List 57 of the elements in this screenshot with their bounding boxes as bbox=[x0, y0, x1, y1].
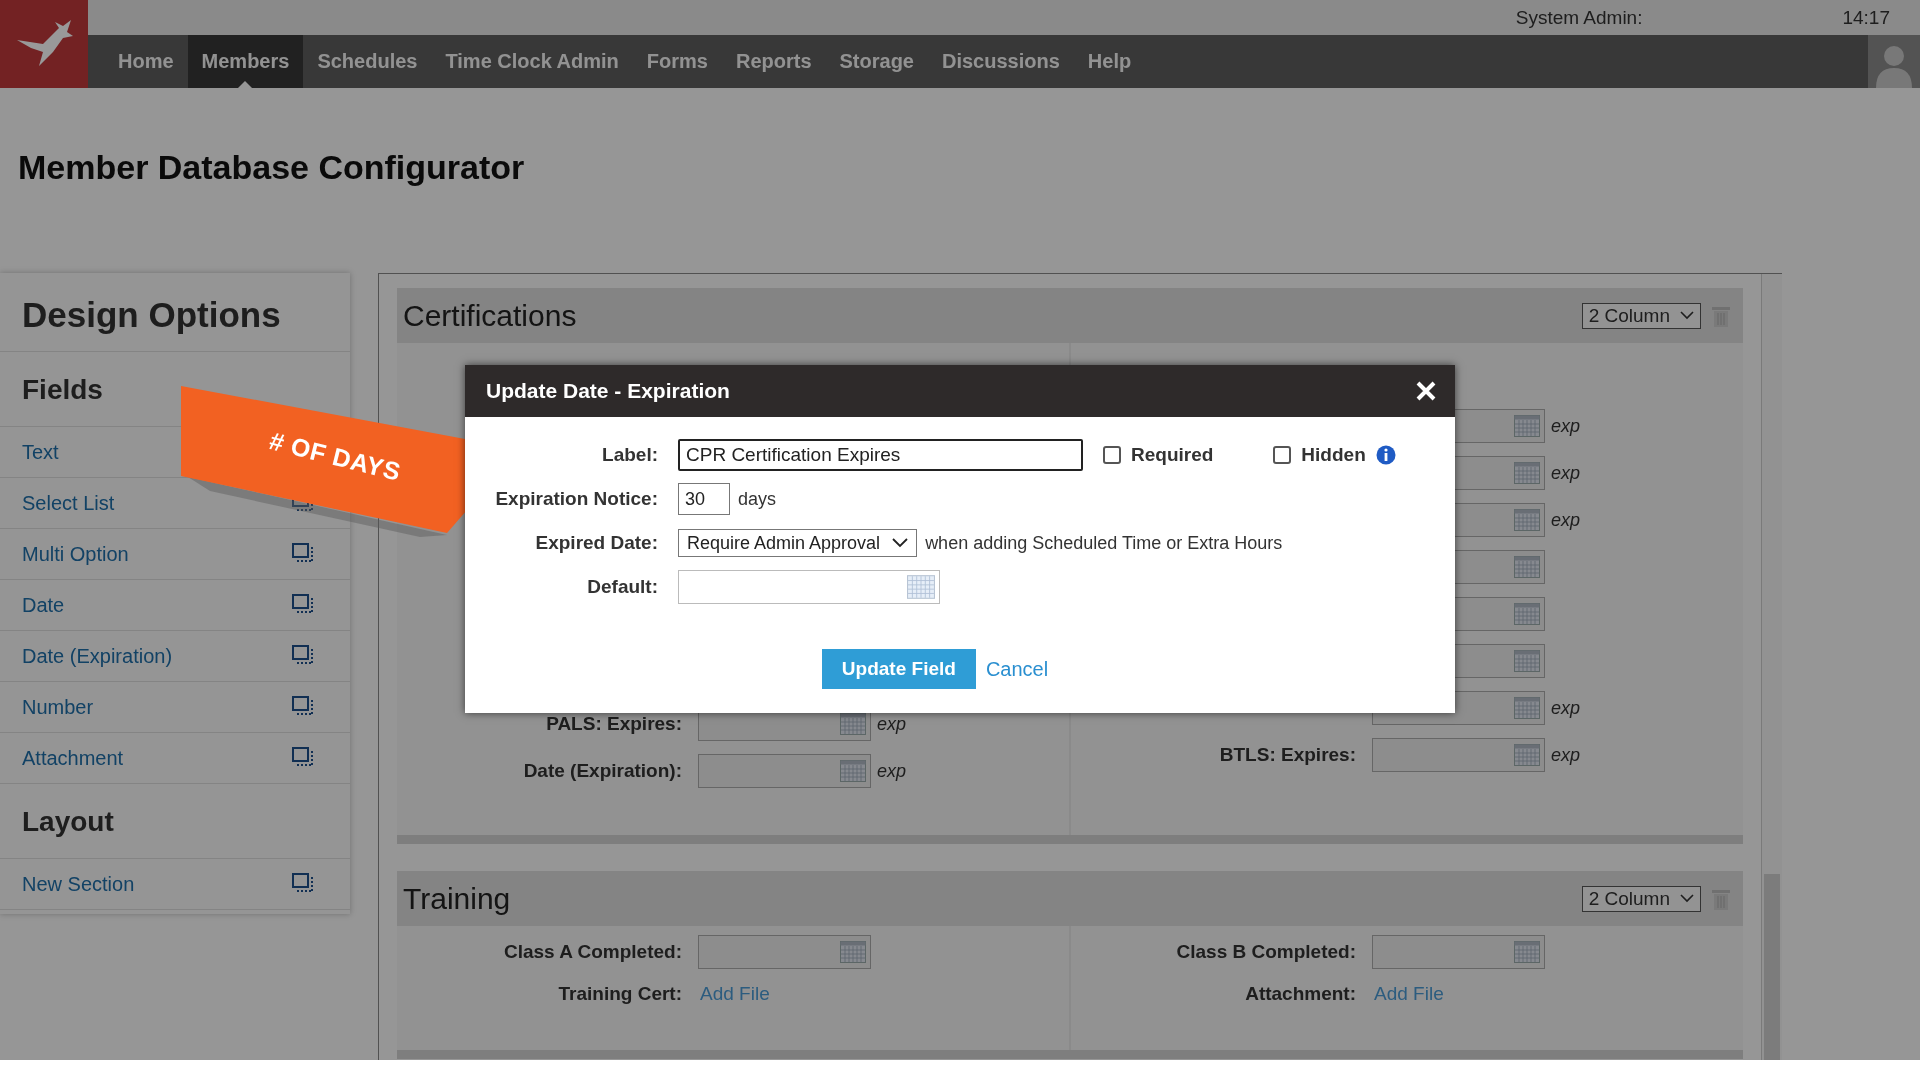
field-type-link[interactable]: Select List bbox=[22, 491, 115, 515]
expired-date-select[interactable]: Require Admin Approval bbox=[678, 529, 918, 557]
nav-tab[interactable]: Discussions bbox=[928, 35, 1074, 88]
field-type-link[interactable]: Date (Expiration) bbox=[22, 644, 173, 668]
field-label: Expiration Notice: bbox=[494, 488, 658, 510]
field-type-link[interactable]: Multi Option bbox=[22, 542, 129, 566]
field-label: Date (Expiration): bbox=[523, 760, 682, 781]
nav-tab[interactable]: Schedules bbox=[303, 35, 432, 88]
cancel-link[interactable]: Cancel bbox=[985, 657, 1049, 681]
nav-tab[interactable]: Forms bbox=[632, 35, 722, 88]
field-label: Expired Date: bbox=[534, 532, 658, 554]
exp-note: exp bbox=[877, 713, 907, 735]
days-input[interactable]: 30 bbox=[678, 483, 730, 515]
field-type-link[interactable]: Number bbox=[22, 695, 94, 719]
exp-note: exp bbox=[1551, 744, 1581, 766]
field-label: Label: bbox=[601, 444, 658, 466]
field-label: PALS: Expires: bbox=[546, 713, 682, 734]
nav-tab[interactable]: Time Clock Admin bbox=[431, 35, 633, 88]
section-title: Certifications bbox=[403, 298, 577, 333]
add-file-link[interactable]: Add File bbox=[1374, 983, 1444, 1005]
field-label: Class B Completed: bbox=[1176, 941, 1356, 962]
nav-tab[interactable]: Storage bbox=[825, 35, 928, 88]
group-heading: Layout bbox=[0, 784, 350, 859]
hint-text: when adding Scheduled Time or Extra Hours bbox=[925, 532, 1283, 554]
panel-title: Design Options bbox=[0, 273, 350, 352]
column-select[interactable]: 2 Column bbox=[1581, 885, 1701, 912]
nav-tab[interactable]: Help bbox=[1073, 35, 1146, 88]
field-label: BTLS: Expires: bbox=[1219, 744, 1356, 765]
section-title: Training bbox=[403, 881, 511, 916]
update-field-button[interactable]: Update Field bbox=[821, 649, 976, 689]
exp-note: exp bbox=[1551, 415, 1581, 437]
callout-text: # OF DAYS bbox=[266, 426, 404, 487]
admin-label: System Admin: bbox=[1515, 6, 1643, 29]
field-label: Attachment: bbox=[1245, 983, 1356, 1004]
dialog-title: Update Date - Expiration bbox=[486, 379, 730, 403]
nav-tab[interactable]: Reports bbox=[721, 35, 826, 88]
add-file-link[interactable]: Add File bbox=[700, 983, 770, 1005]
field-type-link[interactable]: Attachment bbox=[22, 746, 124, 770]
field-label: Training Cert: bbox=[558, 983, 682, 1004]
field-label: Default: bbox=[586, 576, 658, 598]
checkbox-label: Required bbox=[1131, 444, 1214, 466]
label-input[interactable]: CPR Certification Expires bbox=[678, 439, 1083, 471]
field-type-link[interactable]: Text bbox=[22, 440, 59, 464]
checkbox-label: Hidden bbox=[1301, 444, 1366, 466]
clock-time: 14:17 bbox=[1842, 6, 1890, 29]
exp-note: exp bbox=[1551, 462, 1581, 484]
page-title: Member Database Configurator bbox=[17, 147, 526, 188]
exp-note: exp bbox=[877, 760, 907, 782]
field-type-link[interactable]: New Section bbox=[22, 872, 135, 896]
field-label: Class A Completed: bbox=[503, 941, 682, 962]
nav-tab[interactable]: Members bbox=[187, 35, 304, 88]
field-type-link[interactable]: Date bbox=[22, 593, 65, 617]
exp-note: exp bbox=[1551, 697, 1581, 719]
exp-note: exp bbox=[1551, 509, 1581, 531]
column-select[interactable]: 2 Column bbox=[1581, 302, 1701, 329]
unit-label: days bbox=[738, 488, 777, 510]
nav-tab[interactable]: Home bbox=[104, 35, 188, 88]
